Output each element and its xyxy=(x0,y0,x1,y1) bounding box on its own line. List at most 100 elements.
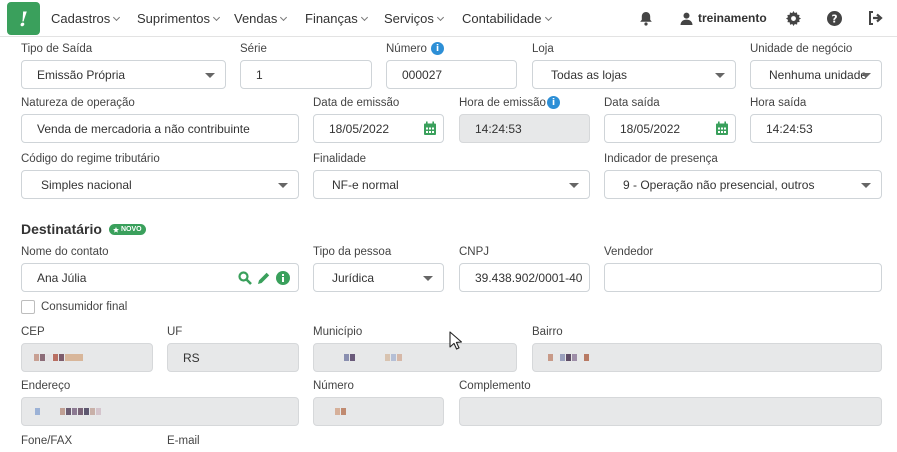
tipo-saida-select[interactable]: Emissão Própria xyxy=(21,60,226,89)
bairro-input xyxy=(532,343,882,372)
user-icon[interactable] xyxy=(678,10,694,26)
finalidade-label: Finalidade xyxy=(313,153,367,165)
menu-label: Contabilidade xyxy=(462,11,542,26)
menu-label: Serviços xyxy=(384,11,434,26)
complemento-label: Complemento xyxy=(459,380,531,392)
menu-label: Suprimentos xyxy=(137,11,210,26)
data-emissao-value: 18/05/2022 xyxy=(329,121,390,136)
logout-icon[interactable] xyxy=(867,10,883,26)
hora-saida-value: 14:24:53 xyxy=(766,121,813,136)
menu-vendas[interactable]: Vendas xyxy=(234,11,288,26)
menu-cadastros[interactable]: Cadastros xyxy=(51,11,121,26)
app-logo[interactable]: ! xyxy=(7,2,40,35)
menu-contabilidade[interactable]: Contabilidade xyxy=(462,11,552,26)
menu-servicos[interactable]: Serviços xyxy=(384,11,444,26)
nome-contato-input[interactable]: Ana Júlia xyxy=(21,263,299,292)
svg-text:?: ? xyxy=(831,13,837,25)
email-label: E-mail xyxy=(167,435,200,447)
finalidade-select[interactable]: NF-e normal xyxy=(313,170,590,199)
unidade-negocio-select[interactable]: Nenhuma unidade xyxy=(750,60,882,89)
unidade-negocio-value: Nenhuma unidade xyxy=(769,67,868,82)
info-icon[interactable]: i xyxy=(547,96,560,109)
serie-input[interactable]: 1 xyxy=(240,60,372,89)
loja-select[interactable]: Todas as lojas xyxy=(532,60,736,89)
chevron-down-icon xyxy=(280,13,288,22)
hora-emissao-value: 14:24:53 xyxy=(475,121,522,136)
data-emissao-label: Data de emissão xyxy=(313,97,400,109)
consumidor-final-label: Consumidor final xyxy=(41,301,128,313)
info-icon[interactable] xyxy=(276,271,290,285)
top-navbar: ! Cadastros Suprimentos Vendas Finanças … xyxy=(0,0,897,37)
fone-label: Fone/FAX xyxy=(21,435,73,447)
bell-icon[interactable] xyxy=(638,10,654,26)
menu-label: Vendas xyxy=(234,11,278,26)
data-saida-input[interactable]: 18/05/2022 xyxy=(604,114,736,143)
cnpj-value: 39.438.902/0001-40 xyxy=(475,270,583,285)
info-icon[interactable]: i xyxy=(431,42,444,55)
vendedor-input[interactable] xyxy=(604,263,882,292)
mouse-cursor-icon xyxy=(449,331,462,350)
data-saida-value: 18/05/2022 xyxy=(620,121,681,136)
calendar-icon[interactable] xyxy=(715,121,729,136)
uf-value: RS xyxy=(183,350,200,365)
new-badge-label: NOVO xyxy=(121,226,142,233)
loja-label: Loja xyxy=(532,43,554,55)
cnpj-label: CNPJ xyxy=(459,246,490,258)
numero-endereco-label: Número xyxy=(313,380,354,392)
search-icon[interactable] xyxy=(238,271,252,285)
hora-saida-label: Hora saída xyxy=(750,97,807,109)
unidade-negocio-label: Unidade de negócio xyxy=(750,43,853,55)
numero-value: 000027 xyxy=(402,67,443,82)
hora-emissao-input: 14:24:53 xyxy=(459,114,590,143)
uf-input: RS xyxy=(167,343,299,372)
vendedor-label: Vendedor xyxy=(604,246,654,258)
star-icon xyxy=(113,226,119,233)
tipo-pessoa-select[interactable]: Jurídica xyxy=(313,263,444,292)
complemento-input xyxy=(459,397,882,426)
gear-icon[interactable] xyxy=(785,10,801,26)
presenca-value: 9 - Operação não presencial, outros xyxy=(623,177,815,192)
finalidade-value: NF-e normal xyxy=(332,177,399,192)
menu-financas[interactable]: Finanças xyxy=(305,11,368,26)
regime-value: Simples nacional xyxy=(41,177,132,192)
menu-suprimentos[interactable]: Suprimentos xyxy=(137,11,221,26)
user-name[interactable]: treinamento xyxy=(698,11,767,25)
pencil-icon[interactable] xyxy=(257,271,271,285)
endereco-label: Endereço xyxy=(21,380,71,392)
tipo-saida-value: Emissão Própria xyxy=(37,67,126,82)
help-icon[interactable]: ? xyxy=(826,10,842,26)
menu-label: Finanças xyxy=(305,11,358,26)
numero-endereco-input xyxy=(313,397,444,426)
consumidor-final-checkbox[interactable] xyxy=(21,300,35,314)
regime-select[interactable]: Simples nacional xyxy=(21,170,299,199)
calendar-icon[interactable] xyxy=(423,121,437,136)
cep-label: CEP xyxy=(21,326,45,338)
municipio-input xyxy=(313,343,517,372)
data-saida-label: Data saída xyxy=(604,97,660,109)
presenca-select[interactable]: 9 - Operação não presencial, outros xyxy=(604,170,882,199)
nome-contato-value: Ana Júlia xyxy=(37,270,87,285)
natureza-value: Venda de mercadoria a não contribuinte xyxy=(37,121,250,136)
tipo-saida-label: Tipo de Saída xyxy=(21,43,93,55)
hora-saida-input[interactable]: 14:24:53 xyxy=(750,114,882,143)
hora-emissao-label: Hora de emissão xyxy=(459,97,546,109)
loja-value: Todas as lojas xyxy=(551,67,628,82)
natureza-input[interactable]: Venda de mercadoria a não contribuinte xyxy=(21,114,299,143)
new-badge: NOVO xyxy=(109,224,146,235)
tipo-pessoa-value: Jurídica xyxy=(332,270,375,285)
chevron-down-icon xyxy=(360,13,368,22)
chevron-down-icon xyxy=(113,13,121,22)
uf-label: UF xyxy=(167,326,183,338)
endereco-input xyxy=(21,397,299,426)
cnpj-input[interactable]: 39.438.902/0001-40 xyxy=(459,263,590,292)
presenca-label: Indicador de presença xyxy=(604,153,718,165)
chevron-down-icon xyxy=(436,13,444,22)
chevron-down-icon xyxy=(212,13,221,22)
bairro-label: Bairro xyxy=(532,326,563,338)
chevron-down-icon xyxy=(544,13,552,22)
natureza-label: Natureza de operação xyxy=(21,97,135,109)
data-emissao-input[interactable]: 18/05/2022 xyxy=(313,114,444,143)
destinatario-title: Destinatário xyxy=(21,221,102,237)
numero-input[interactable]: 000027 xyxy=(386,60,517,89)
serie-label: Série xyxy=(240,43,267,55)
